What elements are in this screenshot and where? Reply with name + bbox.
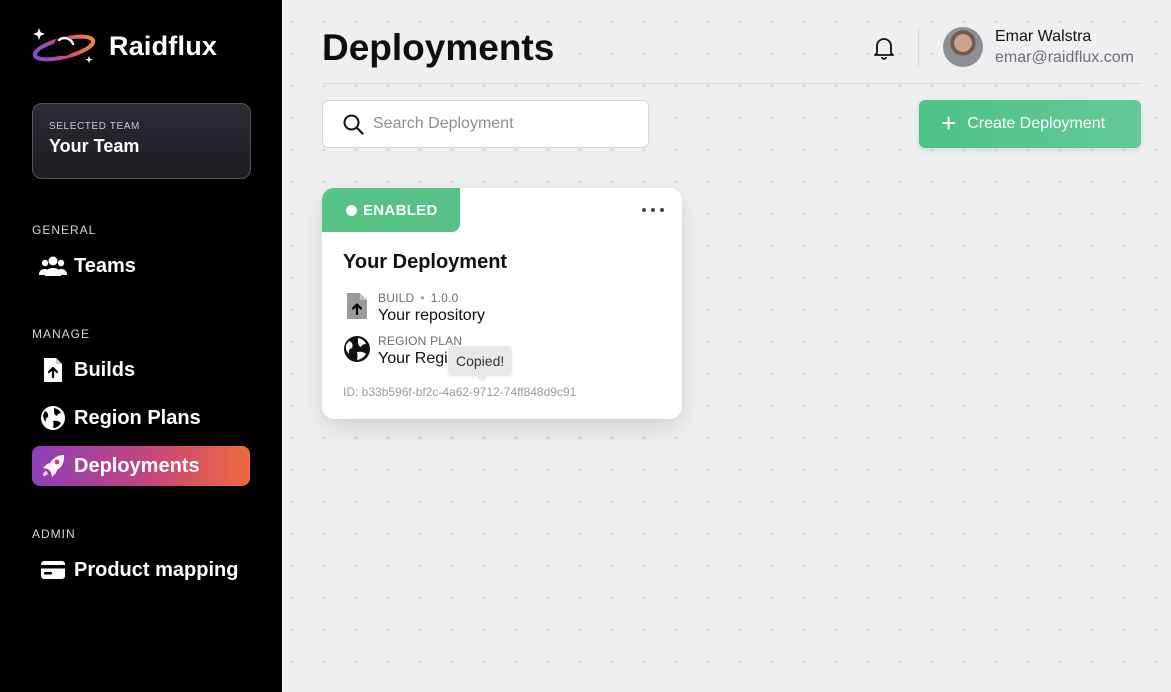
sidebar-item-label: Region Plans [74, 406, 201, 429]
search-icon [343, 114, 364, 135]
nav-section-general: GENERAL [32, 223, 97, 237]
status-badge: ENABLED [322, 188, 460, 232]
search-input[interactable] [373, 115, 633, 133]
sidebar-item-product-mapping[interactable]: Product mapping [32, 550, 250, 590]
main-content: Deployments Emar Walstra emar@raidflux.c… [282, 0, 1171, 692]
build-version: 1.0.0 [430, 291, 459, 305]
team-selector[interactable]: SELECTED TEAM Your Team [32, 103, 251, 179]
brand-name: Raidflux [109, 30, 218, 61]
build-caption: BUILD • 1.0.0 [378, 291, 459, 305]
header-divider [918, 27, 919, 67]
globe-icon [39, 404, 67, 432]
header-divider-line [322, 83, 1141, 84]
more-options-icon[interactable] [642, 206, 664, 214]
create-deployment-label: Create Deployment [967, 115, 1106, 132]
region-plan-info: REGION PLAN Your Regi [343, 334, 462, 368]
users-icon [39, 252, 67, 280]
page-title: Deployments [322, 27, 555, 68]
bell-icon[interactable] [872, 35, 896, 61]
sidebar-item-deployments[interactable]: Deployments [32, 446, 250, 486]
create-deployment-button[interactable]: + Create Deployment [919, 100, 1141, 148]
brand-logo[interactable]: Raidflux [31, 26, 217, 66]
team-name: Your Team [49, 136, 140, 156]
sidebar-item-builds[interactable]: Builds [32, 350, 250, 390]
rocket-icon [39, 452, 67, 480]
nav-section-admin: ADMIN [32, 527, 76, 541]
team-caption: SELECTED TEAM [49, 121, 140, 132]
plus-icon: + [941, 108, 957, 138]
file-upload-icon [343, 291, 371, 321]
build-info: BUILD • 1.0.0 Your repository [343, 291, 485, 325]
file-upload-icon [39, 356, 67, 384]
user-name: Emar Walstra [995, 28, 1092, 45]
status-label: ENABLED [363, 201, 438, 219]
sidebar-item-region-plans[interactable]: Region Plans [32, 398, 250, 438]
deployment-id[interactable]: ID: b33b596f-bf2c-4a62-9712-74ff848d9c91 [343, 385, 576, 399]
search-box [322, 100, 649, 148]
user-email: emar@raidflux.com [995, 49, 1134, 66]
globe-icon [343, 334, 371, 364]
sidebar-item-label: Deployments [74, 454, 200, 477]
build-value: Your repository [378, 307, 486, 324]
copied-tooltip: Copied! [448, 346, 513, 382]
nav-section-manage: MANAGE [32, 327, 91, 341]
sidebar: Raidflux SELECTED TEAM Your Team GENERAL… [0, 0, 282, 692]
sidebar-item-teams[interactable]: Teams [32, 246, 250, 286]
sidebar-item-label: Teams [74, 254, 136, 277]
sidebar-item-label: Product mapping [74, 558, 239, 581]
sidebar-item-label: Builds [74, 358, 136, 381]
raidflux-logo-icon [32, 28, 96, 64]
credit-card-icon [39, 556, 67, 584]
avatar[interactable] [943, 27, 983, 67]
deployment-card[interactable]: ENABLED Your Deployment BUILD • 1.0.0 Your… [322, 188, 682, 419]
deployment-title: Your Deployment [343, 251, 508, 273]
status-dot-icon [346, 204, 357, 216]
